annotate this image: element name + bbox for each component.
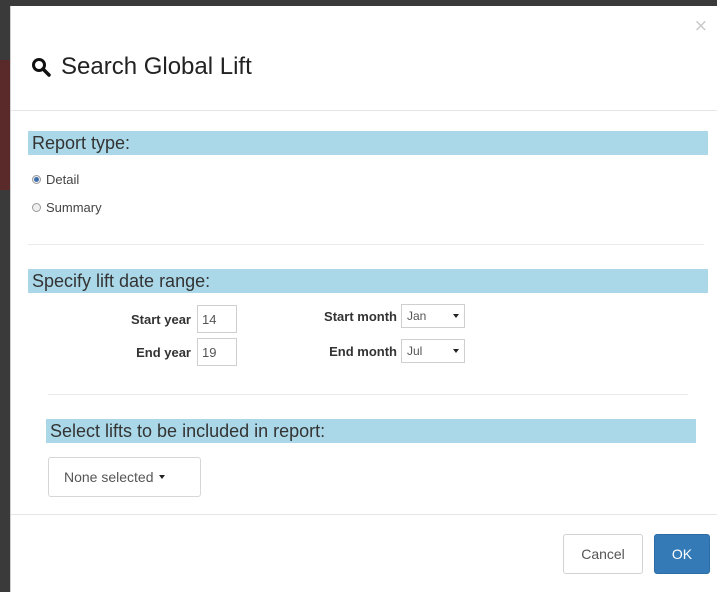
caret-down-icon bbox=[453, 349, 459, 353]
section-divider bbox=[28, 244, 704, 245]
start-month-label: Start month bbox=[324, 309, 397, 324]
start-year-label: Start year bbox=[131, 312, 191, 327]
close-icon[interactable]: × bbox=[694, 18, 708, 35]
page-backdrop-left bbox=[0, 0, 10, 592]
start-year-input[interactable] bbox=[197, 305, 237, 333]
end-year-input[interactable] bbox=[197, 338, 237, 366]
start-month-value: Jan bbox=[407, 309, 427, 323]
ok-button[interactable]: OK bbox=[654, 534, 710, 574]
lifts-multiselect-label: None selected bbox=[64, 469, 154, 485]
lifts-multiselect-button[interactable]: None selected bbox=[48, 457, 201, 497]
end-month-label: End month bbox=[329, 344, 397, 359]
search-icon bbox=[32, 58, 51, 77]
caret-down-icon bbox=[158, 475, 165, 479]
modal-footer-divider bbox=[11, 514, 717, 515]
radio-detail-button[interactable] bbox=[32, 175, 41, 184]
start-month-select[interactable]: Jan bbox=[401, 304, 465, 328]
section-divider bbox=[48, 394, 688, 395]
modal-title-text: Search Global Lift bbox=[61, 53, 252, 80]
modal-title: Search Global Lift bbox=[31, 53, 252, 81]
search-modal: × Search Global Lift Report type: Detail… bbox=[10, 6, 717, 592]
radio-summary[interactable]: Summary bbox=[32, 200, 102, 215]
modal-header: × Search Global Lift bbox=[11, 6, 717, 111]
radio-detail-label: Detail bbox=[46, 172, 80, 187]
end-month-select[interactable]: Jul bbox=[401, 339, 465, 363]
backdrop-accent bbox=[0, 60, 10, 190]
lifts-heading: Select lifts to be included in report: bbox=[46, 419, 696, 443]
report-type-heading: Report type: bbox=[28, 131, 708, 155]
cancel-button[interactable]: Cancel bbox=[563, 534, 643, 574]
caret-down-icon bbox=[453, 314, 459, 318]
date-range-heading: Specify lift date range: bbox=[28, 269, 708, 293]
end-year-label: End year bbox=[136, 345, 191, 360]
radio-detail[interactable]: Detail bbox=[32, 172, 79, 187]
radio-summary-button[interactable] bbox=[32, 203, 41, 212]
radio-summary-label: Summary bbox=[46, 200, 102, 215]
end-month-value: Jul bbox=[407, 344, 423, 358]
